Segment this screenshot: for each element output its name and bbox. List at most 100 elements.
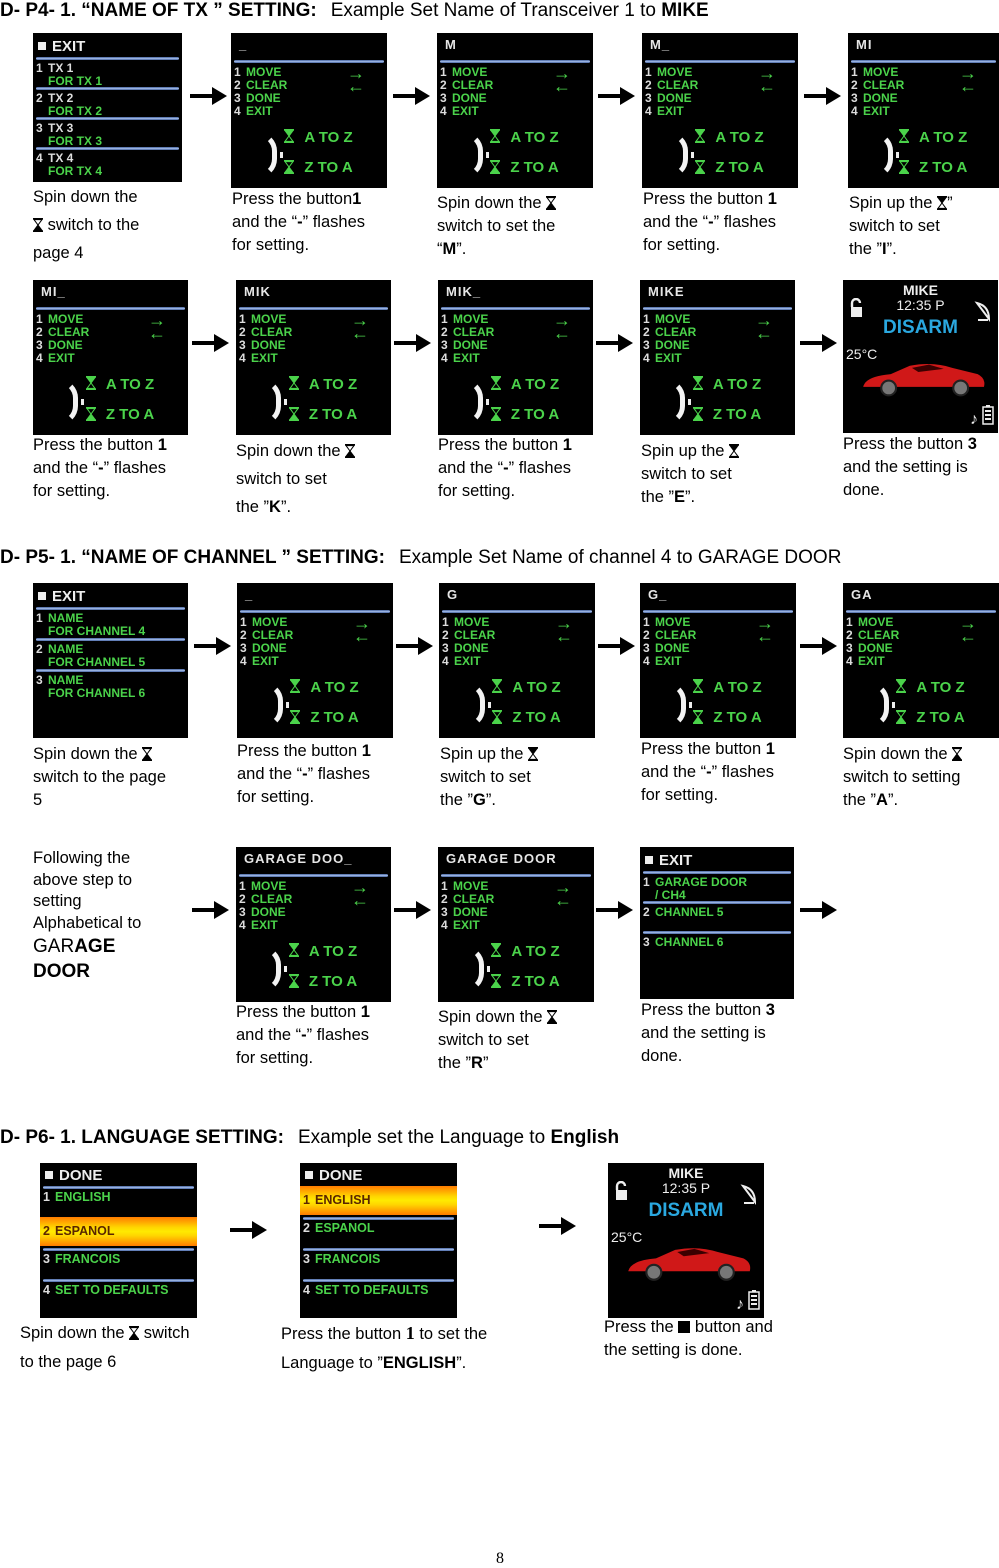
step-caption: Spin down the switch to setting the ”A”. — [843, 745, 963, 809]
move-left-arrow-icon: ← — [351, 890, 369, 910]
arrow-right-icon — [194, 636, 232, 656]
antenna-icon — [740, 1183, 758, 1210]
step-caption: Press the button1 and the “-” flashes for … — [232, 190, 365, 254]
arrow-right-icon — [192, 900, 230, 920]
spin-up-icon — [288, 376, 299, 393]
language-option-set-to-defaults[interactable]: 4 SET TO DEFAULTS — [300, 1284, 457, 1297]
step-caption: Spin up the ” switch to set the ”I”. — [849, 194, 953, 258]
menu-item-exit: 4 EXIT — [442, 654, 481, 668]
name-entry-text: G — [447, 587, 459, 602]
edit-name-screen: GARAGE DOOR 1 MOVE → 2 CLEAR ← 3 DONE 4 EXIT A TO … — [438, 847, 594, 1002]
scroll-wheel-icon — [667, 682, 686, 729]
scroll-wheel-icon — [264, 682, 283, 729]
spin-up-icon — [490, 376, 501, 393]
step-caption: Spin down the switch to set the “M”. — [437, 194, 557, 258]
edit-name-screen: MIKE 1 MOVE → 2 CLEAR ← 3 DONE 4 EXIT A TO ZZ TO A — [640, 280, 795, 435]
menu-item-exit: 4 EXIT — [846, 654, 885, 668]
edit-name-screen: MIK_ 1 MOVE → 2 CLEAR ← 3 DONE 4 EXIT A TO ZZ TO A — [438, 280, 593, 435]
menu-item-exit: 4 EXIT — [240, 654, 279, 668]
car-image — [859, 357, 986, 405]
menu-item-exit: 4 EXIT — [234, 104, 273, 118]
name-entry-text: MIK — [244, 284, 271, 299]
divider — [36, 117, 179, 120]
spin-up-icon — [491, 943, 502, 960]
step-caption: Press the button 1 and the “-” flashes for… — [643, 190, 777, 254]
a-to-z-label: A TO Z — [511, 943, 560, 961]
name-entry-text: G_ — [648, 587, 668, 602]
edit-name-screen: MI_ 1 MOVE → 2 CLEAR ← 3 DONE 4 EXIT A TO ZZ TO A — [33, 280, 188, 435]
battery-icon — [748, 1290, 760, 1315]
page-number: 8 — [496, 1550, 504, 1567]
arrow-right-icon — [394, 900, 432, 920]
language-option-english[interactable]: 1 ENGLISH — [300, 1186, 457, 1215]
move-left-arrow-icon: ← — [959, 626, 977, 646]
music-note-icon: ♪ — [970, 411, 978, 428]
menu-header: EXIT — [38, 588, 85, 605]
a-to-z-label: A TO Z — [308, 943, 358, 961]
scroll-wheel-icon — [870, 682, 889, 729]
spin-up-icon — [693, 679, 704, 696]
scroll-wheel-icon — [666, 379, 686, 426]
divider — [43, 1186, 194, 1189]
name-entry-text: _ — [239, 37, 248, 52]
arrow-right-icon — [598, 86, 636, 106]
spin-down-icon — [490, 160, 501, 177]
square-button-icon — [38, 592, 46, 600]
scroll-wheel-icon — [464, 379, 484, 426]
a-to-z-label: A TO Z — [715, 129, 764, 147]
divider — [36, 638, 185, 641]
spin-down-icon — [288, 407, 299, 424]
move-left-arrow-icon: ← — [555, 626, 573, 646]
channel-list-screen: EXIT 1 NAME FOR CHANNEL 4 2 NAME FOR CHANNEL 5… — [33, 583, 188, 738]
language-menu-screen: DONE 1 ENGLISH 2 ESPANOL 3 FRANCOIS 4 SET TO DEF… — [40, 1163, 197, 1318]
z-to-a-label: Z TO A — [511, 972, 560, 990]
a-to-z-label: A TO Z — [512, 679, 561, 697]
spin-down-switch-icon — [142, 745, 153, 761]
edit-name-screen: _ 1 MOVE → 2 CLEAR ← 3 DONE 4 EXIT A TO ZZ TO A — [237, 583, 393, 738]
spin-down-switch-icon — [547, 1008, 558, 1024]
z-to-a-label: Z TO A — [310, 708, 359, 726]
edit-name-screen: M 1 MOVE → 2 CLEAR ← 3 DONE 4 EXIT A TO ZZ TO A — [437, 33, 593, 188]
move-left-arrow-icon: ← — [554, 890, 572, 910]
tx-name: MIKE — [903, 282, 938, 298]
language-option-english[interactable]: 1 ENGLISH — [40, 1191, 197, 1204]
spin-down-icon — [899, 160, 910, 177]
move-left-arrow-icon: ← — [347, 76, 365, 96]
move-left-arrow-icon: ← — [959, 76, 977, 96]
arrow-right-icon — [396, 636, 434, 656]
square-button-icon — [678, 1321, 691, 1333]
move-left-arrow-icon: ← — [553, 323, 571, 343]
spin-down-icon — [85, 407, 96, 424]
language-option-francois[interactable]: 3 FRANCOIS — [40, 1253, 197, 1266]
move-left-arrow-icon: ← — [553, 76, 571, 96]
language-option-espanol[interactable]: 2 ESPANOL — [300, 1222, 457, 1235]
a-to-z-label: A TO Z — [510, 376, 560, 394]
language-option-francois[interactable]: 3 FRANCOIS — [300, 1253, 457, 1266]
divider — [643, 871, 791, 874]
divider — [36, 669, 185, 672]
square-button-icon — [305, 1171, 313, 1179]
step-caption: Spin down the switch to set the ”K”. — [236, 440, 401, 519]
list-item: 2 TX 2 FOR TX 2 — [36, 91, 103, 118]
z-to-a-label: Z TO A — [308, 972, 358, 990]
spin-up-icon — [695, 129, 706, 146]
list-item: 1 GARAGE DOOR / CH4 — [643, 875, 748, 902]
step-caption: Press the button 3 and the setting is done… — [641, 1001, 775, 1065]
scroll-wheel-icon — [874, 132, 893, 179]
menu-header: DONE — [45, 1167, 102, 1184]
menu-item-exit: 4 EXIT — [441, 918, 480, 932]
divider — [36, 57, 179, 60]
edit-name-screen: MIK 1 MOVE → 2 CLEAR ← 3 DONE 4 EXIT A TO ZZ TO A — [236, 280, 391, 435]
z-to-a-label: Z TO A — [918, 158, 968, 176]
scroll-wheel-icon — [258, 132, 277, 179]
edit-name-screen: MI 1 MOVE → 2 CLEAR ← 3 DONE 4 EXIT A TO ZZ TO A — [848, 33, 999, 188]
menu-item-exit: 4 EXIT — [36, 351, 75, 365]
divider — [36, 87, 179, 90]
arrow-right-icon — [804, 86, 842, 106]
step-caption: Press the button 1 and the “-” flashes for… — [236, 1003, 370, 1067]
language-option-set-to-defaults[interactable]: 4 SET TO DEFAULTS — [40, 1284, 197, 1297]
wheel-nub — [688, 702, 692, 709]
section-heading-channel-name: D- P5- 1. “NAME OF CHANNEL ” SETTING: Exa… — [0, 547, 842, 568]
language-option-espanol[interactable]: 2 ESPANOL — [40, 1217, 197, 1246]
spin-down-icon — [492, 710, 503, 727]
